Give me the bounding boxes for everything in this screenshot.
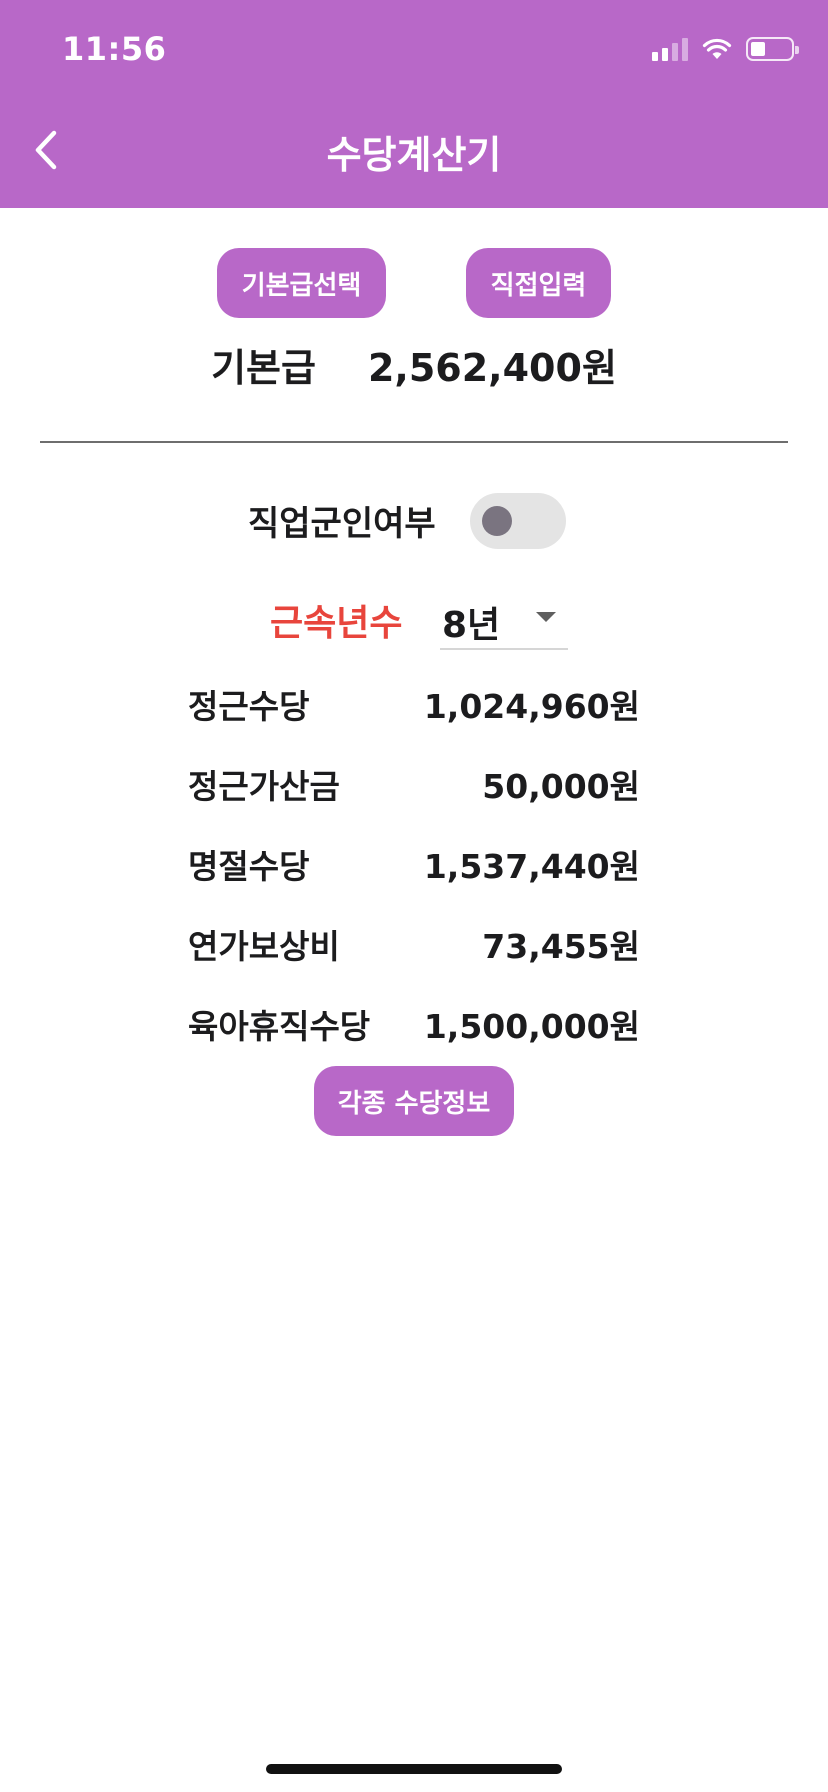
divider [40, 441, 788, 443]
select-base-pay-button[interactable]: 기본급선택 [217, 248, 386, 318]
wifi-icon [702, 38, 732, 59]
direct-input-button[interactable]: 직접입력 [466, 248, 611, 318]
app-bar: 11:56 수당계산기 [0, 0, 828, 208]
job-group-label: 직업군인여부 [248, 504, 436, 544]
allowance-label: 연가보상비 [188, 927, 340, 966]
page-title: 수당계산기 [326, 133, 502, 177]
home-indicator [266, 1764, 562, 1774]
status-icons [652, 34, 799, 64]
allowance-value: 50,000원 [482, 767, 640, 806]
allowance-value: 1,537,440원 [423, 847, 640, 886]
dropdown-arrow-icon [536, 612, 556, 622]
allowance-row: 정근가산금 50,000원 [188, 744, 640, 824]
status-time: 11:56 [62, 30, 167, 68]
allowance-value: 1,500,000원 [423, 1007, 640, 1046]
base-pay-row: 기본급 2,562,400원 [0, 336, 828, 392]
allowance-label: 명절수당 [188, 847, 310, 886]
allowance-row: 정근수당 1,024,960원 [188, 664, 640, 744]
base-pay-label: 기본급 [211, 345, 316, 390]
allowance-row: 명절수당 1,537,440원 [188, 824, 640, 904]
base-pay-value: 2,562,400원 [367, 345, 617, 390]
battery-icon [746, 37, 799, 61]
allowance-label: 정근가산금 [188, 767, 340, 806]
allowance-list: 정근수당 1,024,960원 정근가산금 50,000원 명절수당 1,537… [188, 664, 640, 1064]
cellular-signal-icon [652, 37, 688, 61]
allowance-value: 1,024,960원 [423, 687, 640, 726]
service-years-dropdown[interactable]: 8년 [440, 588, 568, 650]
allowance-row: 연가보상비 73,455원 [188, 904, 640, 984]
allowance-info-button[interactable]: 각종 수당정보 [314, 1066, 514, 1136]
toggle-knob [482, 506, 512, 536]
allowance-value: 73,455원 [482, 927, 640, 966]
allowance-label: 정근수당 [188, 687, 310, 726]
job-group-toggle[interactable] [470, 493, 566, 549]
service-years-value: 8년 [442, 605, 501, 646]
allowance-label: 육아휴직수당 [188, 1007, 371, 1046]
service-years-label: 근속년수 [270, 603, 403, 644]
allowance-row: 육아휴직수당 1,500,000원 [188, 984, 640, 1064]
